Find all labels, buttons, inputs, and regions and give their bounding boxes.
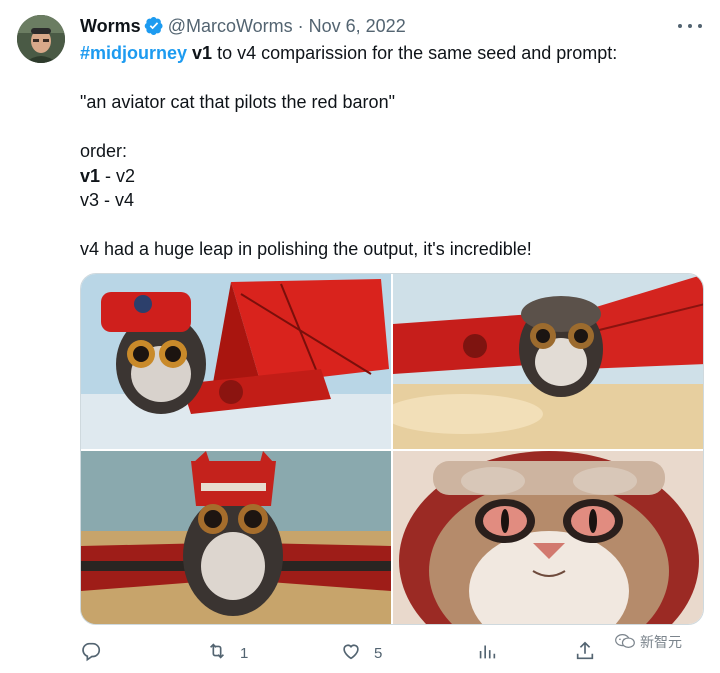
media-grid bbox=[80, 273, 704, 625]
header-separator: · bbox=[297, 15, 304, 36]
tweet-line-2: "an aviator cat that pilots the red baro… bbox=[80, 92, 395, 112]
share-button[interactable] bbox=[574, 640, 596, 666]
like-icon bbox=[340, 640, 362, 666]
views-icon bbox=[476, 640, 498, 666]
author-handle[interactable]: @MarcoWorms bbox=[168, 16, 293, 37]
tweet-actions: 1 5 bbox=[80, 640, 600, 666]
bold-text: v1 bbox=[80, 165, 101, 186]
tweet-line-4: v1 - v2 bbox=[80, 164, 700, 189]
media-image-v1[interactable] bbox=[81, 274, 391, 449]
wechat-icon bbox=[614, 632, 640, 653]
watermark-text: 新智元 bbox=[640, 634, 682, 650]
author-name[interactable]: Worms bbox=[80, 16, 141, 37]
hashtag-link[interactable]: #midjourney bbox=[80, 43, 187, 63]
watermark: 新智元 bbox=[614, 632, 682, 652]
share-icon bbox=[574, 640, 596, 666]
retweet-count: 1 bbox=[240, 644, 249, 662]
media-image-v2[interactable] bbox=[393, 274, 703, 449]
text-span: to v4 comparission for the same seed and… bbox=[212, 43, 618, 63]
text-span: - v2 bbox=[100, 165, 136, 186]
tweet-line-3: order: bbox=[80, 141, 128, 161]
more-options-icon[interactable] bbox=[678, 16, 702, 36]
reply-button[interactable] bbox=[80, 640, 102, 666]
avatar[interactable] bbox=[17, 15, 65, 63]
views-button[interactable] bbox=[476, 640, 498, 666]
reply-icon bbox=[80, 640, 102, 666]
tweet-line-5: v3 - v4 bbox=[80, 190, 135, 210]
tweet-line-6: v4 had a huge leap in polishing the outp… bbox=[80, 239, 532, 259]
tweet-header: Worms @MarcoWorms · Nov 6, 2022 bbox=[80, 15, 406, 37]
bold-text: v1 bbox=[192, 43, 213, 63]
media-image-v4[interactable] bbox=[393, 451, 703, 624]
media-image-v3[interactable] bbox=[81, 451, 391, 624]
retweet-button[interactable]: 1 bbox=[206, 640, 248, 666]
like-count: 5 bbox=[374, 644, 383, 662]
like-button[interactable]: 5 bbox=[340, 640, 382, 666]
verified-badge-icon bbox=[144, 16, 164, 36]
retweet-icon bbox=[206, 640, 228, 666]
tweet-line-1: #midjourney v1 to v4 comparission for th… bbox=[80, 41, 700, 66]
tweet-date[interactable]: Nov 6, 2022 bbox=[309, 16, 406, 37]
tweet-text: #midjourney v1 to v4 comparission for th… bbox=[80, 41, 700, 262]
